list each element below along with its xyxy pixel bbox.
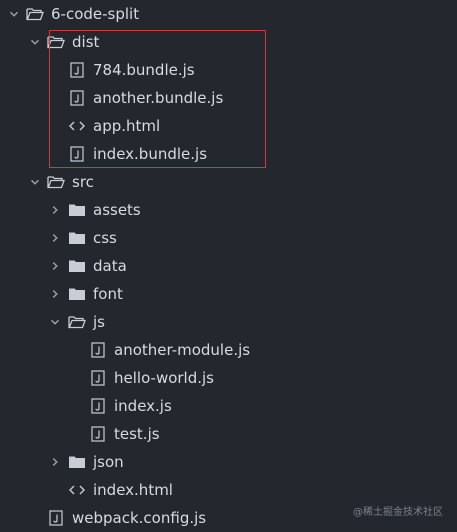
tree-label: 6-code-split (51, 5, 140, 23)
folder-icon (68, 196, 86, 224)
chevron-right-icon[interactable] (48, 196, 62, 224)
js-file-icon (89, 364, 107, 392)
chevron-right-icon[interactable] (48, 252, 62, 280)
tree-folder-json[interactable]: json (0, 448, 457, 476)
tree-label: webpack.config.js (72, 509, 207, 527)
tree-label: json (93, 453, 124, 471)
folder-icon (68, 280, 86, 308)
tree-folder-font[interactable]: font (0, 280, 457, 308)
tree-folder-src[interactable]: src (0, 168, 457, 196)
tree-label: data (93, 257, 127, 275)
tree-label: assets (93, 201, 141, 219)
tree-label: index.html (93, 481, 173, 499)
tree-label: font (93, 285, 123, 303)
chevron-down-icon[interactable] (48, 308, 62, 336)
tree-file[interactable]: index.html (0, 476, 457, 504)
folder-open-icon (47, 168, 65, 196)
tree-file[interactable]: hello-world.js (0, 364, 457, 392)
tree-label: hello-world.js (114, 369, 214, 387)
file-explorer: 6-code-split dist 784.bundle.js another.… (0, 0, 457, 532)
tree-file[interactable]: test.js (0, 420, 457, 448)
tree-label: another-module.js (114, 341, 251, 359)
watermark: @稀土掘金技术社区 (353, 507, 443, 518)
tree-file[interactable]: another-module.js (0, 336, 457, 364)
folder-icon (68, 252, 86, 280)
js-file-icon (89, 336, 107, 364)
tree-folder-data[interactable]: data (0, 252, 457, 280)
html-file-icon (68, 476, 86, 504)
tree-folder-root[interactable]: 6-code-split (0, 0, 457, 28)
tree-folder-css[interactable]: css (0, 224, 457, 252)
folder-open-icon (68, 308, 86, 336)
tree-folder-js[interactable]: js (0, 308, 457, 336)
chevron-right-icon[interactable] (48, 224, 62, 252)
js-file-icon (89, 420, 107, 448)
chevron-right-icon[interactable] (48, 448, 62, 476)
folder-open-icon (26, 0, 44, 28)
js-file-icon (89, 392, 107, 420)
tree-label: test.js (114, 425, 160, 443)
dist-highlight-box (49, 30, 266, 168)
tree-file[interactable]: index.js (0, 392, 457, 420)
tree-label: css (93, 229, 117, 247)
chevron-down-icon[interactable] (28, 168, 42, 196)
tree-label: index.js (114, 397, 172, 415)
chevron-right-icon[interactable] (48, 280, 62, 308)
chevron-down-icon[interactable] (7, 0, 21, 28)
folder-icon (68, 224, 86, 252)
js-file-icon (47, 504, 65, 532)
tree-label: src (72, 173, 94, 191)
tree-folder-assets[interactable]: assets (0, 196, 457, 224)
tree-label: js (93, 313, 105, 331)
chevron-down-icon[interactable] (28, 28, 42, 56)
folder-icon (68, 448, 86, 476)
